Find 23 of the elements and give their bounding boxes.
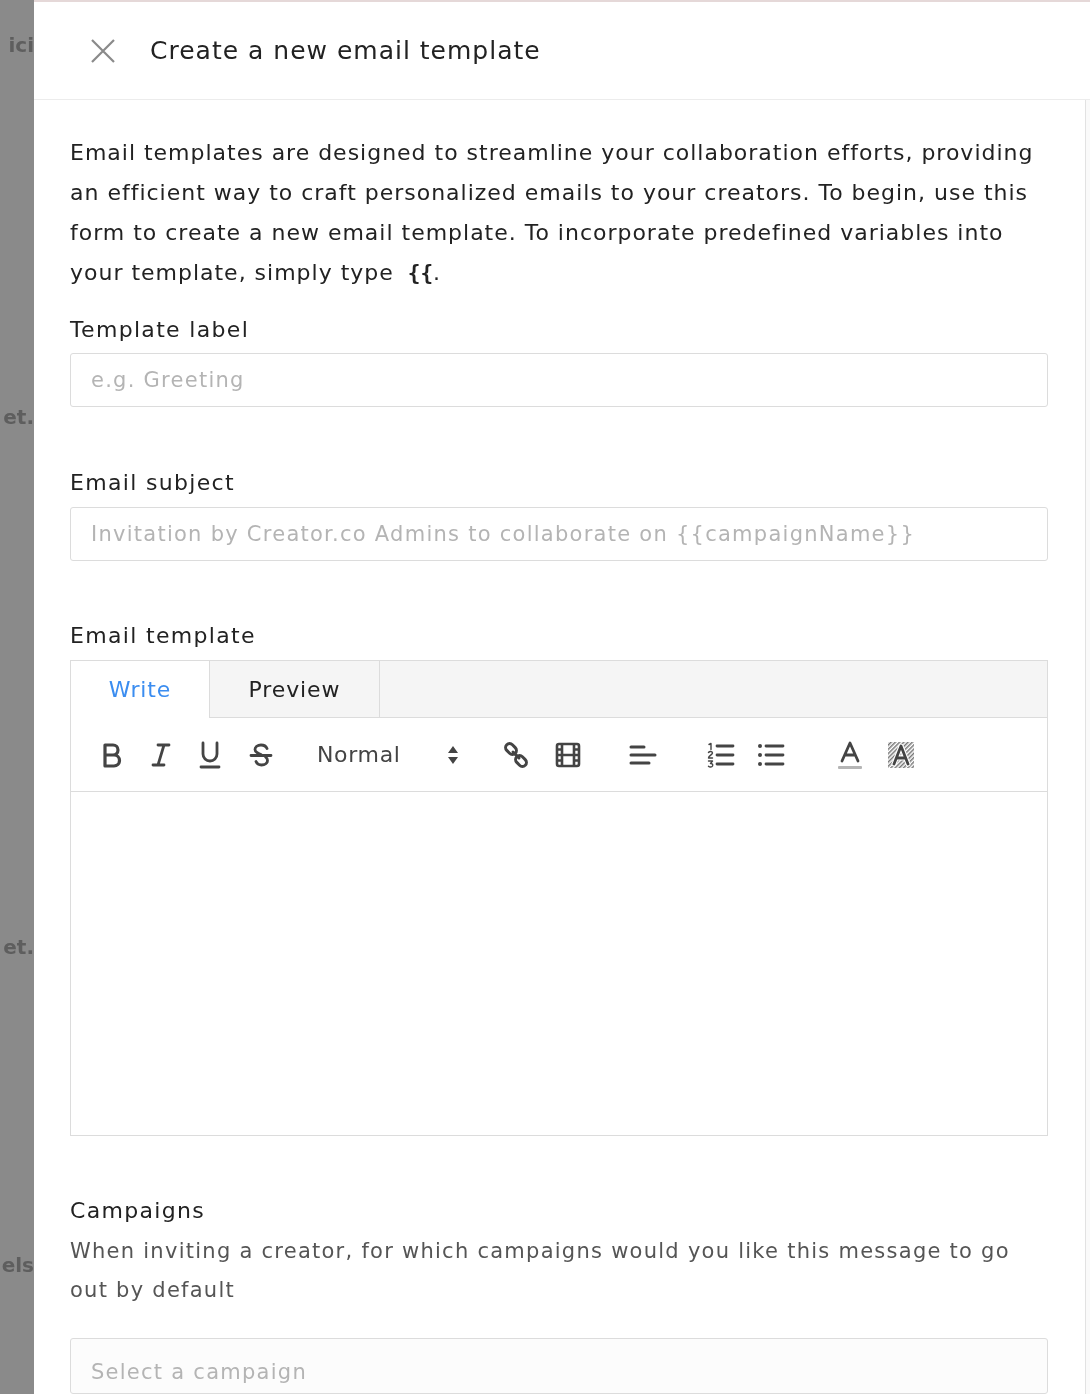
strikethrough-icon[interactable] [249,741,273,768]
text-color-icon[interactable] [836,739,863,770]
field-label: Email subject [70,469,236,498]
email-subject-input[interactable]: Invitation by Creator.co Admins to collaborate on {{campaignName}} [70,507,1048,562]
field-label: Template label [70,316,251,344]
close-icon[interactable] [91,38,115,63]
field-label: Email template [70,622,257,651]
campaigns-description: When inviting a creator, for which campaigns would you like this message to go out by default [70,1238,1011,1304]
film-icon[interactable] [554,741,581,768]
align-left-icon[interactable] [628,743,657,766]
intro-paragraph: Email templates are designed to streamline your collaboration efforts, providing an efficient way to craft personalized emails to your creators. To begin, use this form to create a new email template. To incorporate predefined variables into your template, simply type {{. [70,139,1035,287]
ordered-list-icon[interactable] [706,741,735,768]
format-dropdown[interactable]: Normal [317,738,459,772]
bold-icon[interactable] [101,741,123,768]
field-label: Campaigns [70,1197,207,1225]
underline-icon[interactable] [199,740,221,769]
bullet-list-icon[interactable] [756,742,785,767]
template-label-input[interactable]: e.g. Greeting [70,353,1048,408]
drawer-title: Create a new email template [150,34,541,67]
italic-icon[interactable] [151,741,171,768]
sort-arrows-icon [446,744,459,765]
highlight-color-icon[interactable] [886,740,915,769]
link-icon[interactable] [502,741,529,768]
